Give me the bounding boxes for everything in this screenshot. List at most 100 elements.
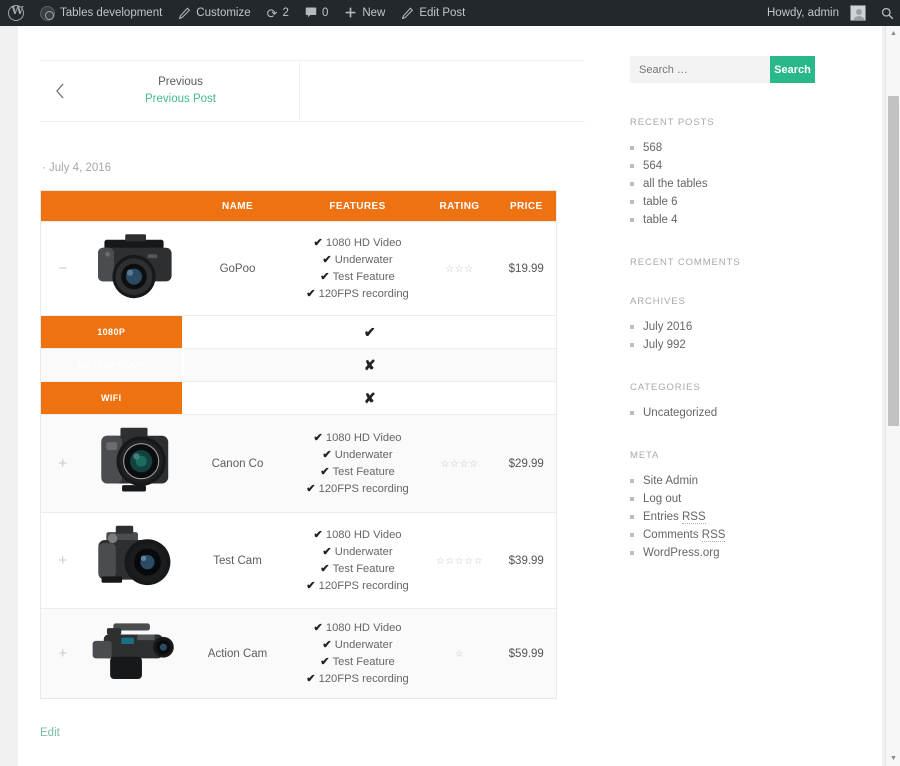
edit-post-link[interactable]: Edit [40, 727, 60, 739]
list-item[interactable]: 564 [630, 157, 815, 175]
feature-label: 120FPS recording [318, 579, 409, 592]
row-expand-toggle[interactable]: + [40, 414, 85, 513]
list-item[interactable]: 568 [630, 139, 815, 157]
widget-title: CATEGORIES [630, 382, 701, 393]
feature-label: 120FPS recording [318, 287, 409, 300]
feature-label: 120FPS recording [318, 672, 409, 685]
table-row: + Action Cam ✔ 1080 HD Video ✔ Underwater ✔ Te… [40, 608, 557, 699]
adminbar-my-account[interactable]: Howdy, admin [759, 0, 874, 26]
adminbar-item-edit-post[interactable]: Edit Post [393, 0, 473, 26]
feature-label: Underwater [334, 545, 393, 558]
product-price: $59.99 [496, 608, 557, 699]
table-body: − GoPoo ✔ 1080 HD Video ✔ Underwater ✔ Test Fe… [40, 221, 557, 699]
widget-area: RECENT POSTS 568 564 all the tables table 6t… [630, 117, 815, 562]
widget-title: META [630, 450, 660, 461]
list-item[interactable]: Site Admin [630, 472, 815, 490]
main-content: Previous Previous Post · July 4, 2016 NA… [40, 26, 585, 765]
list-item[interactable]: Log out [630, 490, 815, 508]
widget-list: 568 564 all the tables table 6 table 4 [630, 139, 815, 229]
check-icon: ✔ [320, 562, 330, 575]
row-expand-toggle[interactable]: + [40, 512, 85, 609]
table-row: − GoPoo ✔ 1080 HD Video ✔ Underwater ✔ Test Fe… [40, 221, 557, 316]
feature-item: ✔ Underwater [293, 637, 423, 654]
check-icon: ✔ [322, 638, 332, 651]
feature-label: Underwater [334, 448, 393, 461]
scroll-down-arrow[interactable]: ▼ [886, 751, 900, 766]
col-features: FEATURES [292, 190, 423, 222]
feature-detail-label: WIFI [40, 381, 184, 415]
wordpress-logo-icon [8, 4, 24, 21]
adminbar-item-customize[interactable]: Customize [170, 0, 258, 26]
widget: ARCHIVES July 2016 July 992 [630, 296, 815, 354]
feature-label: Test Feature [332, 465, 395, 478]
table-header-row: NAME FEATURES RATING PRICE [40, 190, 557, 222]
wp-logo-menu[interactable] [0, 0, 32, 26]
col-price: PRICE [496, 190, 557, 222]
feature-item: ✔ 120FPS recording [293, 671, 423, 688]
feature-item: ✔ 1080 HD Video [293, 235, 423, 252]
howdy-label: Howdy, admin [766, 7, 839, 19]
wp-admin-bar: Tables development Customize ⟳ 2 0 New E… [0, 0, 900, 26]
list-item[interactable]: WordPress.org [630, 544, 815, 562]
nav-previous[interactable]: Previous Previous Post [80, 61, 300, 121]
feature-detail-row: WIFI ✘ [40, 381, 557, 415]
list-item[interactable]: Uncategorized [630, 404, 815, 422]
site-icon [40, 5, 55, 21]
product-features: ✔ 1080 HD Video ✔ Underwater ✔ Test Feature ✔ 1… [292, 221, 423, 316]
adminbar-item-site-name[interactable]: Tables development [32, 0, 170, 26]
avatar [850, 5, 866, 21]
feature-detail-label: 1080P [40, 315, 184, 349]
list-item[interactable]: Entries RSS [630, 508, 815, 526]
list-item[interactable]: Comments RSS [630, 526, 815, 544]
rss-abbr: RSS [701, 529, 726, 542]
feature-label: 1080 HD Video [325, 236, 402, 249]
nav-previous-label: Previous [158, 76, 203, 88]
search-button[interactable]: Search [770, 56, 815, 83]
star-rating-icons: ☆ [454, 648, 465, 660]
adminbar-item-comments[interactable]: 0 [297, 0, 336, 26]
sidebar: Search RECENT POSTS568564all the tablest… [585, 26, 815, 765]
feature-item: ✔ Underwater [293, 447, 423, 464]
list-item[interactable]: July 2016 [630, 318, 815, 336]
content-wrap: Previous Previous Post · July 4, 2016 NA… [18, 26, 882, 765]
rss-abbr: RSS [682, 511, 706, 524]
feature-label: 1080 HD Video [325, 431, 402, 444]
star-rating-icons: ☆☆☆☆ [440, 458, 479, 470]
feature-label: 120FPS recording [318, 482, 409, 495]
adminbar-edit-post-label: Edit Post [419, 7, 466, 19]
feature-label: 1080 HD Video [325, 621, 402, 634]
feature-label: 1080 HD Video [325, 528, 402, 541]
chevron-left-icon[interactable] [40, 61, 80, 121]
product-features: ✔ 1080 HD Video ✔ Underwater ✔ Test Feature ✔ 1… [292, 608, 423, 699]
entry-date: · July 4, 2016 [42, 162, 112, 174]
search-icon[interactable] [874, 0, 900, 26]
check-icon: ✔ [313, 528, 323, 541]
feature-detail-row: WATERPROOF ✘ [40, 348, 557, 382]
feature-item: ✔ Underwater [293, 252, 423, 269]
check-icon: ✔ [306, 579, 316, 592]
check-icon: ✔ [313, 236, 323, 249]
feature-label: Test Feature [332, 655, 395, 668]
list-item[interactable]: all the tables [630, 175, 815, 193]
row-collapse-toggle[interactable]: − [40, 221, 85, 316]
list-item[interactable]: July 992 [630, 336, 815, 354]
row-expand-toggle[interactable]: + [40, 608, 85, 699]
widget: META Site Admin Log out Entries RSS Comments… [630, 450, 815, 562]
check-icon: ✔ [182, 315, 557, 349]
adminbar-customize-label: Customize [196, 7, 251, 19]
list-item[interactable]: table 4 [630, 211, 815, 229]
product-price: $19.99 [496, 221, 557, 316]
search-input[interactable] [630, 56, 770, 83]
adminbar-item-updates[interactable]: ⟳ 2 [259, 0, 297, 26]
check-icon: ✔ [322, 448, 332, 461]
nav-previous-title[interactable]: Previous Post [145, 91, 216, 108]
adminbar-item-new[interactable]: New [336, 0, 393, 26]
page-container: Previous Previous Post · July 4, 2016 NA… [18, 26, 882, 766]
product-rating: ☆☆☆☆☆ [422, 512, 497, 609]
scrollbar-thumb[interactable] [888, 96, 899, 426]
page-scrollbar[interactable]: ▲ ▼ [885, 26, 900, 766]
scroll-up-arrow[interactable]: ▲ [886, 26, 900, 41]
table-row: + Canon Co ✔ 1080 HD Video ✔ Underwater ✔ Test… [40, 414, 557, 513]
widget-title: ARCHIVES [630, 296, 686, 307]
list-item[interactable]: table 6 [630, 193, 815, 211]
